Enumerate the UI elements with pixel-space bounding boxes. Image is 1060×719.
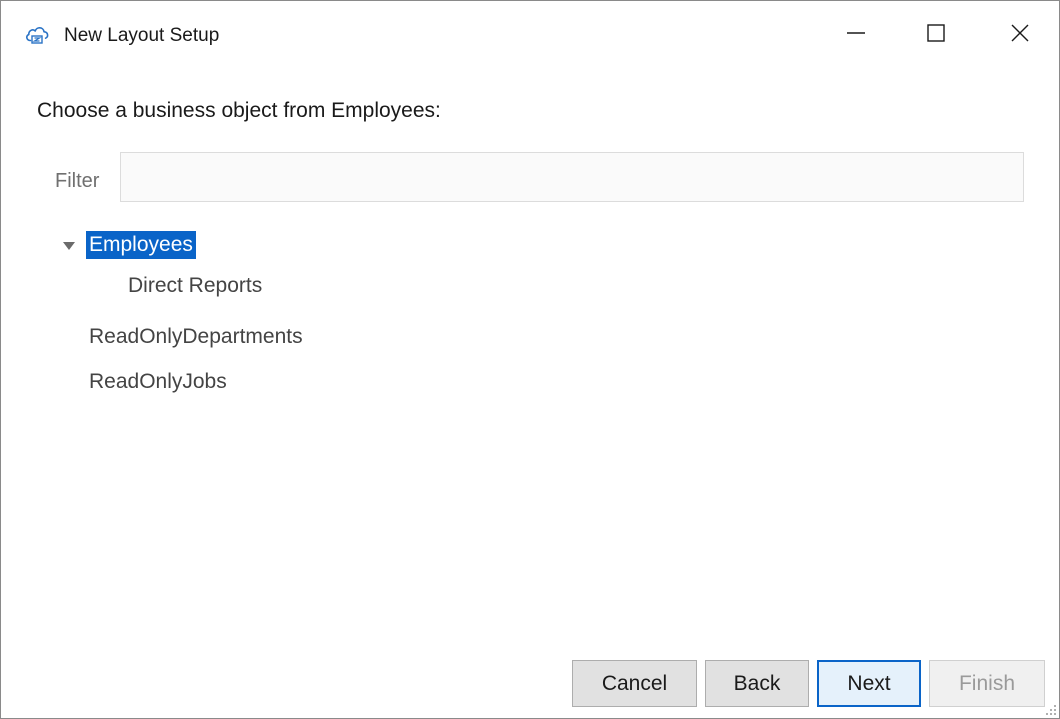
filter-input[interactable] xyxy=(120,152,1024,202)
close-icon xyxy=(1010,23,1030,48)
minimize-icon xyxy=(846,23,866,48)
filter-label: Filter xyxy=(55,170,100,192)
new-layout-setup-dialog: New Layout Setup Choose a business objec… xyxy=(0,0,1060,719)
title-bar[interactable]: New Layout Setup xyxy=(1,1,1059,69)
tree-item-readonly-departments[interactable]: ReadOnlyDepartments xyxy=(86,323,306,351)
dialog-prompt: Choose a business object from Employees: xyxy=(37,99,441,122)
window-title: New Layout Setup xyxy=(64,25,220,46)
minimize-button[interactable] xyxy=(835,15,877,55)
close-button[interactable] xyxy=(999,15,1041,55)
tree-item-employees[interactable]: Employees xyxy=(86,231,196,259)
next-button[interactable]: Next xyxy=(817,660,921,707)
tree-item-readonly-jobs[interactable]: ReadOnlyJobs xyxy=(86,368,230,396)
maximize-icon xyxy=(926,23,946,48)
resize-grip[interactable] xyxy=(1043,702,1057,716)
maximize-button[interactable] xyxy=(915,15,957,55)
back-button[interactable]: Back xyxy=(705,660,809,707)
cloud-icon xyxy=(24,23,50,47)
finish-button: Finish xyxy=(929,660,1045,707)
cancel-button[interactable]: Cancel xyxy=(572,660,697,707)
tree-item-direct-reports[interactable]: Direct Reports xyxy=(125,272,265,300)
expand-toggle-employees[interactable] xyxy=(62,239,76,253)
